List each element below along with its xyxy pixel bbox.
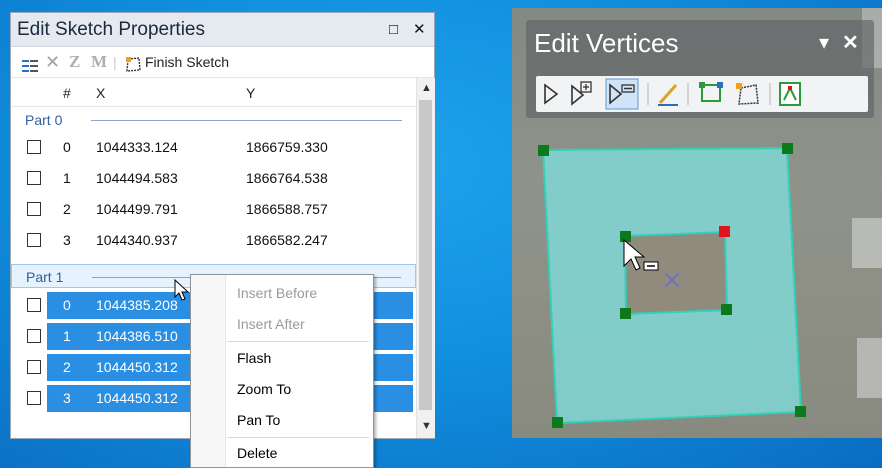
header-x[interactable]: X bbox=[96, 85, 105, 101]
vertex-handle bbox=[538, 145, 549, 156]
row-x[interactable]: 1044386.510 bbox=[96, 328, 178, 344]
vertical-scrollbar[interactable]: ▲ ▼ bbox=[416, 78, 435, 438]
vertex-handle bbox=[795, 406, 806, 417]
row-y[interactable]: 1866759.330 bbox=[246, 139, 328, 155]
menu-item-pan-to[interactable]: Pan To bbox=[237, 412, 280, 428]
row-index: 3 bbox=[63, 390, 71, 406]
row-checkbox[interactable] bbox=[27, 171, 41, 185]
edit-vertices-title: Edit Vertices bbox=[534, 28, 679, 58]
row-checkbox[interactable] bbox=[27, 329, 41, 343]
row-x[interactable]: 1044385.208 bbox=[96, 297, 178, 313]
row-y[interactable]: 1866764.538 bbox=[246, 170, 328, 186]
vertex-handle bbox=[620, 308, 631, 319]
scrollbar-thumb[interactable] bbox=[419, 100, 432, 410]
row-checkbox[interactable] bbox=[27, 298, 41, 312]
row-index: 2 bbox=[63, 201, 71, 217]
part-divider bbox=[91, 120, 402, 121]
window-title-bar[interactable]: Edit Sketch Properties □ ✕ bbox=[11, 13, 434, 47]
row-index: 0 bbox=[63, 297, 71, 313]
menu-item-flash[interactable]: Flash bbox=[237, 350, 271, 366]
table-row[interactable]: 3 1044340.937 1866582.247 bbox=[11, 225, 416, 256]
vertex-handle bbox=[552, 417, 563, 428]
row-index: 1 bbox=[63, 170, 71, 186]
row-index: 0 bbox=[63, 139, 71, 155]
row-checkbox[interactable] bbox=[27, 360, 41, 374]
row-index: 3 bbox=[63, 232, 71, 248]
header-index[interactable]: # bbox=[63, 85, 71, 101]
modify-sketch-vertices-icon bbox=[544, 83, 559, 105]
finish-sketch-icon bbox=[736, 83, 759, 105]
context-menu: Insert Before Insert After Flash Zoom To… bbox=[190, 274, 374, 468]
row-x[interactable]: 1044499.791 bbox=[96, 201, 178, 217]
window-title: Edit Sketch Properties bbox=[17, 19, 205, 40]
delete-vertex-icon[interactable]: ✕ bbox=[45, 47, 60, 77]
part-label: Part 0 bbox=[25, 112, 63, 128]
chevron-down-icon[interactable]: ▾ bbox=[819, 30, 829, 55]
row-index: 2 bbox=[63, 359, 71, 375]
vertex-handle bbox=[782, 143, 793, 154]
m-button[interactable]: M bbox=[91, 47, 107, 77]
row-x[interactable]: 1044450.312 bbox=[96, 359, 178, 375]
add-vertex-icon bbox=[571, 81, 592, 106]
part-0-header[interactable]: Part 0 bbox=[11, 108, 416, 132]
table-row[interactable]: 1 1044494.583 1866764.538 bbox=[11, 163, 416, 194]
menu-item-delete[interactable]: Delete bbox=[237, 445, 277, 461]
vertex-handle bbox=[620, 231, 631, 242]
sketch-polygon-hole bbox=[623, 230, 729, 316]
reshape-feature-icon bbox=[658, 84, 678, 106]
finish-sketch-button[interactable]: Finish Sketch bbox=[145, 47, 229, 77]
row-y[interactable]: 1866588.757 bbox=[246, 201, 328, 217]
row-x[interactable]: 1044333.124 bbox=[96, 139, 178, 155]
menu-gutter bbox=[191, 275, 226, 467]
row-y[interactable]: 1866582.247 bbox=[246, 232, 328, 248]
header-y[interactable]: Y bbox=[246, 85, 255, 101]
row-checkbox[interactable] bbox=[27, 391, 41, 405]
row-checkbox[interactable] bbox=[27, 202, 41, 216]
sketch-properties-icon bbox=[779, 82, 801, 106]
row-index: 1 bbox=[63, 328, 71, 344]
maximize-icon[interactable]: □ bbox=[389, 13, 398, 46]
menu-item-insert-after[interactable]: Insert After bbox=[237, 316, 305, 332]
close-icon[interactable]: ✕ bbox=[842, 30, 859, 55]
map-view[interactable]: Edit Vertices ▾ ✕ bbox=[512, 8, 882, 438]
table-row[interactable]: 0 1044333.124 1866759.330 bbox=[11, 132, 416, 163]
row-x[interactable]: 1044450.312 bbox=[96, 390, 178, 406]
row-x[interactable]: 1044494.583 bbox=[96, 170, 178, 186]
scroll-down-icon[interactable]: ▼ bbox=[421, 420, 432, 432]
menu-separator bbox=[227, 437, 369, 438]
vertex-handle bbox=[721, 304, 732, 315]
z-button[interactable]: Z bbox=[69, 47, 80, 77]
toolbar-separator: | bbox=[113, 54, 117, 70]
table-row[interactable]: 2 1044499.791 1866588.757 bbox=[11, 194, 416, 225]
grid-header: # X Y bbox=[11, 78, 416, 107]
close-icon[interactable]: ✕ bbox=[413, 13, 426, 46]
delete-vertex-tool-icon bbox=[605, 78, 639, 110]
menu-item-insert-before[interactable]: Insert Before bbox=[237, 285, 317, 301]
vertex-handle-selected bbox=[719, 226, 730, 237]
row-checkbox[interactable] bbox=[27, 233, 41, 247]
generalize-icon bbox=[699, 82, 723, 102]
row-x[interactable]: 1044340.937 bbox=[96, 232, 178, 248]
sketch-toolbar: ✕ Z M | Finish Sketch bbox=[11, 47, 434, 78]
edit-vertices-toolbar: Edit Vertices ▾ ✕ bbox=[526, 20, 874, 118]
menu-separator bbox=[227, 341, 369, 342]
edit-vertices-tools bbox=[536, 76, 868, 112]
scroll-up-icon[interactable]: ▲ bbox=[421, 82, 432, 94]
row-checkbox[interactable] bbox=[27, 140, 41, 154]
part-label: Part 1 bbox=[26, 269, 64, 285]
menu-item-zoom-to[interactable]: Zoom To bbox=[237, 381, 291, 397]
